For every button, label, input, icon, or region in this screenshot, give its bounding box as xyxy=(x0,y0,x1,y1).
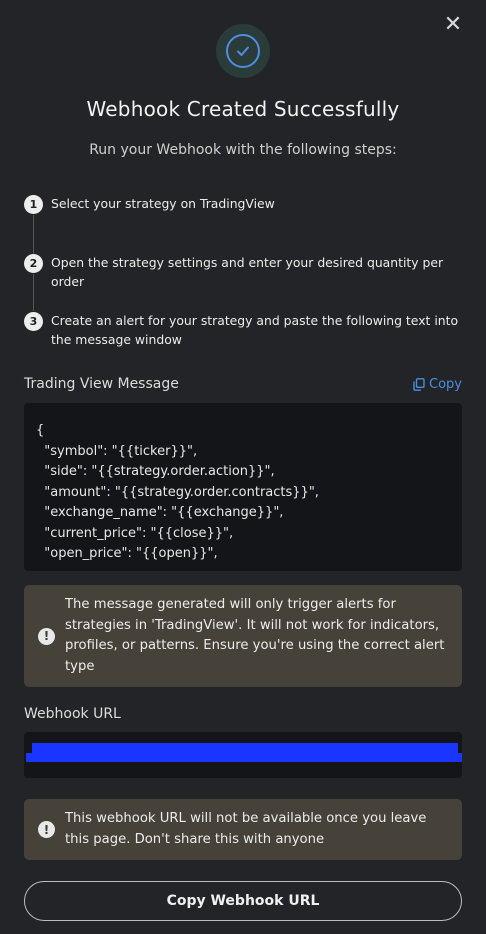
copy-message-button[interactable]: Copy xyxy=(413,377,462,392)
step-text: Select your strategy on TradingView xyxy=(51,196,275,211)
url-warning-notice: ! This webhook URL will not be available… xyxy=(24,799,462,860)
step-number: 2 xyxy=(24,254,43,273)
check-circle-icon xyxy=(216,24,270,78)
notice-text: This webhook URL will not be available o… xyxy=(65,811,427,847)
info-icon: ! xyxy=(38,627,55,645)
step-item: 3 Create an alert for your strategy and … xyxy=(24,311,464,349)
webhook-url-label: Webhook URL xyxy=(24,706,121,722)
message-code-block[interactable]: { "symbol": "{{ticker}}", "side": "{{str… xyxy=(24,403,462,571)
message-label: Trading View Message xyxy=(24,376,179,392)
info-icon: ! xyxy=(38,821,55,838)
step-number: 3 xyxy=(24,312,43,331)
page-subtitle: Run your Webhook with the following step… xyxy=(89,142,397,158)
copy-label: Copy xyxy=(429,377,462,392)
redaction-bar xyxy=(26,753,462,762)
copy-webhook-url-button[interactable]: Copy Webhook URL xyxy=(24,881,462,921)
tradingview-alert-notice: ! The message generated will only trigge… xyxy=(24,585,462,687)
step-item: 2 Open the strategy settings and enter y… xyxy=(24,253,464,291)
step-item: 1 Select your strategy on TradingView xyxy=(24,194,464,214)
copy-icon xyxy=(413,378,425,391)
step-number: 1 xyxy=(24,195,43,214)
notice-text: The message generated will only trigger … xyxy=(65,597,445,674)
redaction-bar xyxy=(32,743,458,753)
message-code: { "symbol": "{{ticker}}", "side": "{{str… xyxy=(36,423,319,561)
step-text: Open the strategy settings and enter you… xyxy=(51,255,444,289)
step-text: Create an alert for your strategy and pa… xyxy=(51,313,459,347)
step-connector xyxy=(33,215,34,257)
webhook-url-field[interactable]: - - - - - - - - - - - - - - - - - - - - … xyxy=(24,732,462,778)
close-icon[interactable]: ✕ xyxy=(442,14,464,36)
page-title: Webhook Created Successfully xyxy=(86,97,400,121)
